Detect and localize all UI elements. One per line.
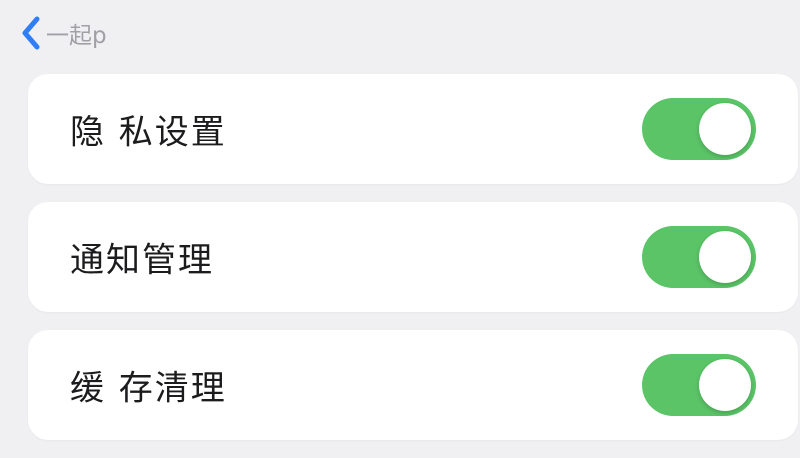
toggle-knob <box>699 359 751 411</box>
notifications-toggle[interactable] <box>642 226 756 288</box>
navigation-bar: 一起p <box>0 0 800 68</box>
setting-label-notifications: 通知管理 <box>70 240 214 281</box>
setting-row-cache[interactable]: 缓 存清理 <box>28 330 798 440</box>
chevron-left-icon <box>18 15 44 51</box>
cache-toggle[interactable] <box>642 354 756 416</box>
settings-list: 隐 私设置 通知管理 缓 存清理 <box>28 74 798 458</box>
back-label: 一起p <box>46 23 107 49</box>
back-button[interactable]: 一起p <box>18 10 107 56</box>
toggle-knob <box>699 103 751 155</box>
toggle-knob <box>699 231 751 283</box>
setting-label-cache: 缓 存清理 <box>70 368 227 409</box>
setting-row-notifications[interactable]: 通知管理 <box>28 202 798 312</box>
privacy-toggle[interactable] <box>642 98 756 160</box>
setting-label-privacy: 隐 私设置 <box>70 112 227 153</box>
setting-row-privacy[interactable]: 隐 私设置 <box>28 74 798 184</box>
